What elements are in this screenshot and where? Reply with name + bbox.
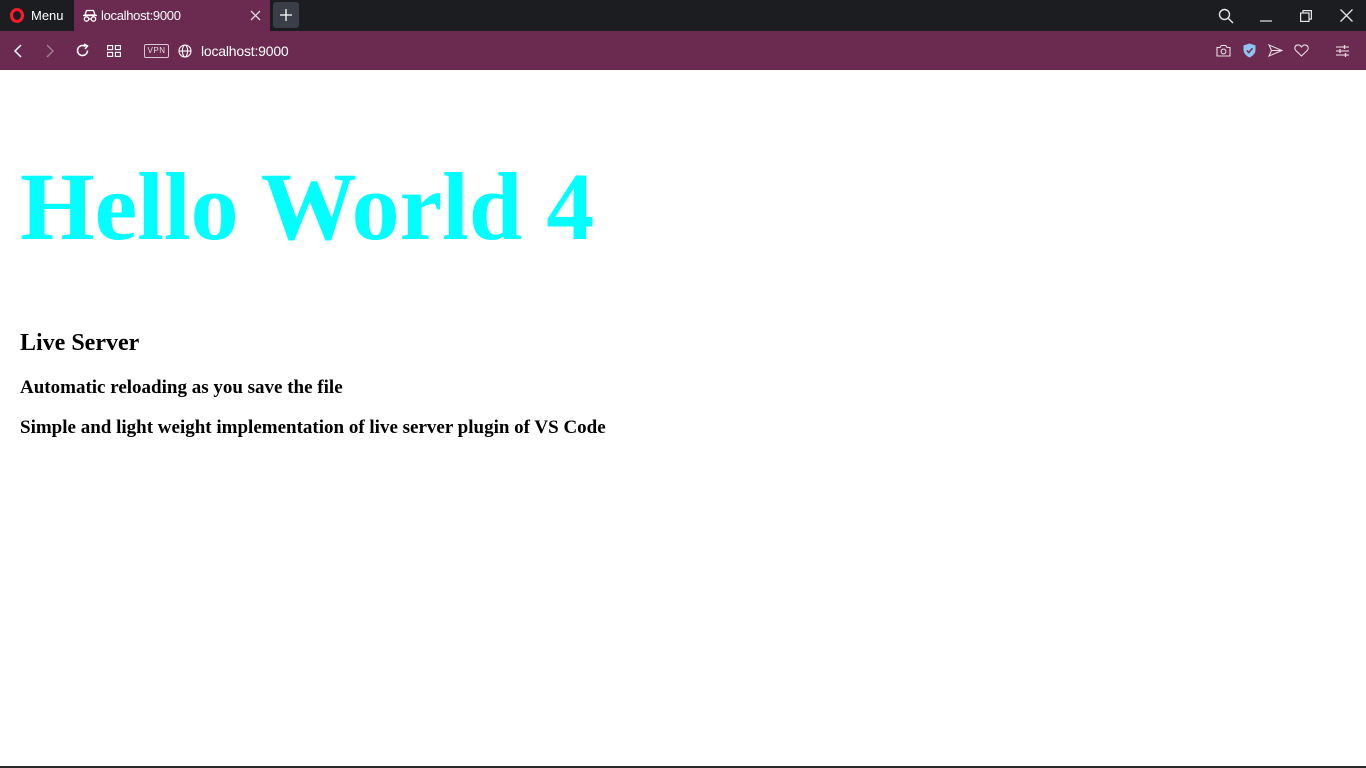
restore-icon: [1300, 9, 1312, 22]
bookmark-button[interactable]: [1288, 31, 1314, 70]
easy-setup-button[interactable]: [1324, 31, 1360, 70]
forward-button[interactable]: [34, 31, 66, 70]
new-tab-button[interactable]: [273, 2, 299, 28]
reload-button[interactable]: [66, 31, 98, 70]
web-page-content: Hello World 4 Live Server Automatic relo…: [0, 70, 1366, 768]
page-heading: Hello World 4: [20, 153, 595, 260]
opera-menu-button[interactable]: Menu: [0, 0, 74, 31]
search-icon: [1218, 8, 1234, 23]
close-tab-icon[interactable]: [240, 0, 270, 31]
chevron-right-icon: [46, 43, 55, 58]
restore-button[interactable]: [1286, 0, 1326, 31]
search-tabs-button[interactable]: [1206, 0, 1246, 31]
snapshot-button[interactable]: [1210, 31, 1236, 70]
chevron-left-icon: [13, 43, 22, 58]
feature-line: Automatic reloading as you save the file: [20, 377, 343, 398]
tab-title: localhost:9000: [101, 8, 181, 23]
window-controls: [1206, 0, 1366, 31]
address-bar-actions: [1210, 31, 1360, 70]
minimize-button[interactable]: [1246, 0, 1286, 31]
feature-line: Simple and light weight implementation o…: [20, 417, 606, 438]
shield-icon: [1243, 43, 1255, 58]
address-bar: VPN localhost:9000: [0, 31, 1366, 70]
plus-icon: [280, 9, 292, 21]
settings-sliders-icon: [1335, 44, 1349, 57]
tab-localhost[interactable]: localhost:9000: [74, 0, 270, 31]
send-to-flow-button[interactable]: [1262, 31, 1288, 70]
close-window-button[interactable]: [1326, 0, 1366, 31]
incognito-icon: [82, 9, 98, 23]
menu-label: Menu: [31, 8, 64, 23]
opera-logo-icon: [10, 8, 24, 23]
reload-icon: [76, 43, 89, 57]
heart-icon: [1293, 44, 1309, 57]
tab-strip: Menu localhost:9000: [0, 0, 1366, 31]
url-field[interactable]: localhost:9000: [201, 31, 1210, 70]
globe-icon: [178, 43, 192, 58]
camera-icon: [1215, 44, 1231, 57]
vpn-badge[interactable]: VPN: [144, 43, 169, 58]
send-icon: [1267, 44, 1283, 57]
grid-icon: [107, 44, 121, 57]
tab-grid-button[interactable]: [98, 31, 130, 70]
close-icon: [1339, 9, 1353, 22]
site-info-button[interactable]: [169, 31, 201, 70]
minimize-icon: [1260, 19, 1272, 22]
back-button[interactable]: [2, 31, 34, 70]
page-subheading: Live Server: [20, 330, 140, 356]
ad-blocker-button[interactable]: [1236, 31, 1262, 70]
